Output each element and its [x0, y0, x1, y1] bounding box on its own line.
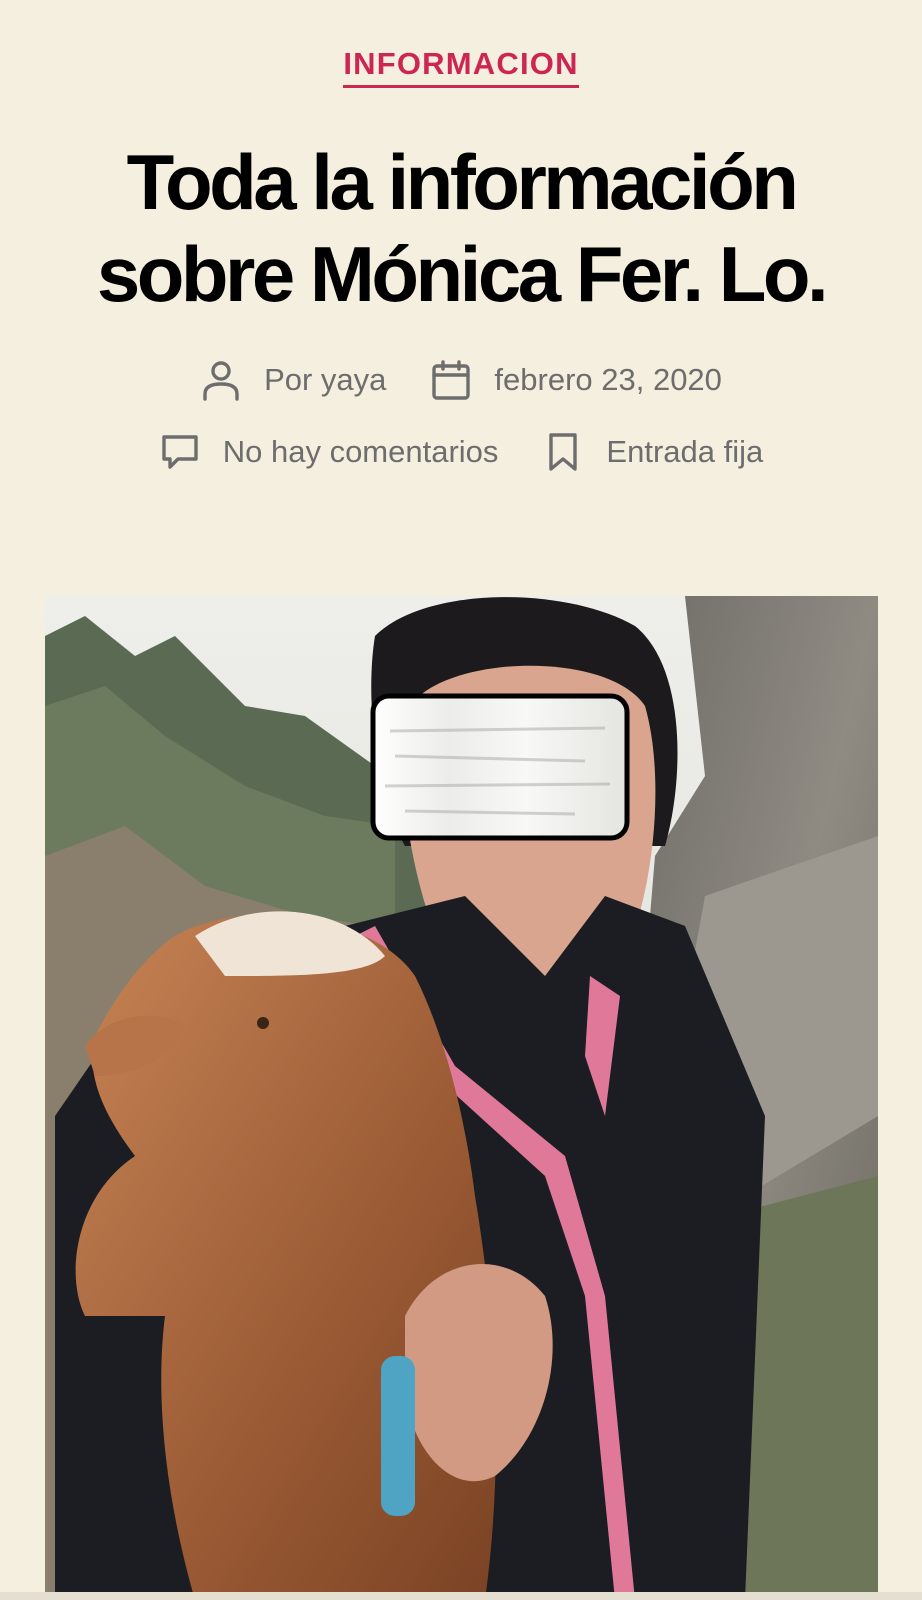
bookmark-icon	[542, 431, 584, 473]
post-comments[interactable]: No hay comentarios	[159, 431, 499, 473]
page-bottom-edge	[0, 1592, 922, 1600]
calendar-icon	[430, 359, 472, 401]
category-link[interactable]: INFORMACION	[343, 44, 579, 88]
comments-label: No hay comentarios	[222, 434, 499, 469]
post-category: INFORMACION	[0, 44, 922, 88]
post-date[interactable]: febrero 23, 2020	[430, 359, 722, 401]
author-label: Por yaya	[264, 362, 387, 397]
post-page: INFORMACION Toda la información sobre Mó…	[0, 0, 922, 1600]
post-title: Toda la información sobre Mónica Fer. Lo…	[96, 138, 829, 318]
post-meta-row-2: No hay comentarios Entrada fija	[0, 424, 922, 480]
sticky-label: Entrada fija	[606, 434, 764, 469]
date-label: febrero 23, 2020	[494, 362, 722, 397]
user-icon	[200, 359, 242, 401]
post-meta-row-1: Por yaya febrero 23, 2020	[0, 352, 922, 408]
post-sticky: Entrada fija	[542, 431, 763, 473]
post-author[interactable]: Por yaya	[200, 359, 386, 401]
featured-image	[45, 596, 878, 1600]
comment-icon	[159, 431, 201, 473]
